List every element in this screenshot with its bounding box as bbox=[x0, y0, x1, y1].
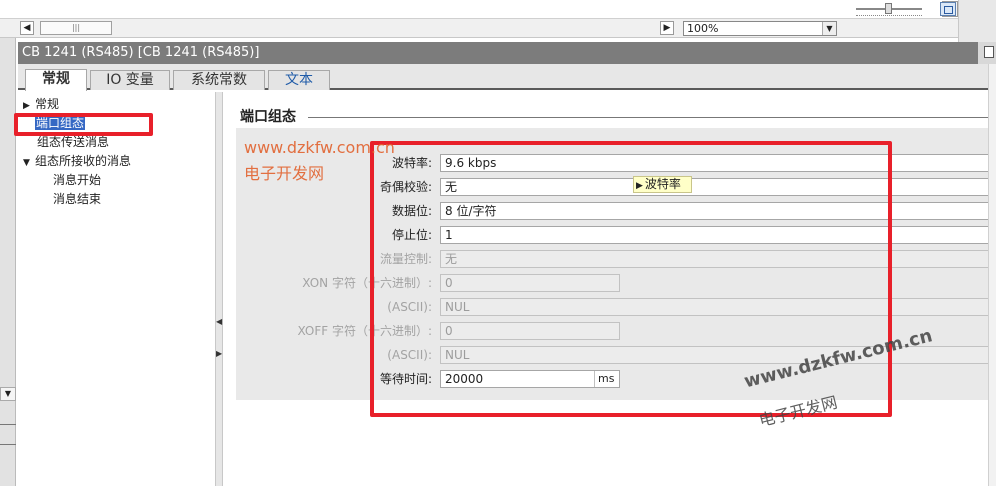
tab-system-constants[interactable]: 系统常数 bbox=[173, 70, 265, 90]
tab-bar: 常规 IO 变量 系统常数 文本 bbox=[18, 64, 992, 91]
section-title: 端口组态 bbox=[240, 109, 296, 125]
zoom-slider-handle[interactable] bbox=[885, 3, 892, 14]
fit-to-window-icon[interactable] bbox=[940, 2, 956, 16]
divider bbox=[0, 444, 16, 445]
view-toolbar: ◀ ||| ▶ 100% ▼ bbox=[0, 18, 958, 38]
tree-item-label: 组态传送消息 bbox=[37, 135, 110, 149]
tab-texts[interactable]: 文本 bbox=[268, 70, 330, 90]
scroll-left-button[interactable]: ◀ bbox=[20, 21, 34, 35]
tree-item-label: 组态所接收的消息 bbox=[35, 154, 132, 168]
watermark-url: www.dzkfw.com.cn bbox=[244, 138, 395, 157]
tree-item-label: 常规 bbox=[35, 97, 60, 111]
divider bbox=[0, 424, 16, 425]
panel-splitter[interactable] bbox=[215, 92, 223, 486]
right-toolstrip bbox=[958, 0, 996, 42]
chevron-down-icon[interactable]: ▼ bbox=[0, 387, 16, 401]
annotation-box-tree bbox=[14, 113, 153, 136]
navigation-tree: ▶ 常规 端口组态 组态传送消息 ▼ 组态所接收的消息 消息开始 消息结束 bbox=[18, 92, 215, 486]
canvas-area bbox=[0, 0, 958, 18]
vertical-scrollbar[interactable] bbox=[988, 64, 996, 486]
scroll-right-button[interactable]: ▶ bbox=[660, 21, 674, 35]
document-icon[interactable] bbox=[984, 46, 994, 58]
tree-item-label: 消息开始 bbox=[53, 173, 102, 187]
tree-item-general[interactable]: ▶ 常规 bbox=[23, 96, 59, 114]
inspector-title: CB 1241 (RS485) [CB 1241 (RS485)] bbox=[18, 42, 992, 64]
chevron-down-icon[interactable]: ▼ bbox=[822, 22, 836, 35]
tab-io-tags[interactable]: IO 变量 bbox=[90, 70, 170, 90]
tree-item-message-end[interactable]: 消息结束 bbox=[53, 191, 101, 207]
tab-general[interactable]: 常规 bbox=[25, 69, 87, 91]
tree-item-label: 消息结束 bbox=[53, 192, 102, 206]
horizontal-scroll-thumb[interactable]: ||| bbox=[40, 21, 112, 35]
tree-item-transmit-message[interactable]: 组态传送消息 bbox=[37, 134, 109, 150]
collapse-left-icon[interactable]: ◀ bbox=[216, 314, 222, 330]
section-divider bbox=[308, 117, 996, 118]
expand-right-icon[interactable]: ▶ bbox=[216, 346, 222, 362]
tree-item-message-start[interactable]: 消息开始 bbox=[53, 172, 101, 188]
left-dock-strip bbox=[0, 38, 16, 486]
collapse-arrow-icon[interactable]: ▼ bbox=[23, 155, 35, 171]
app-window: ▼ ◀ ||| ▶ 100% ▼ ▼ CB 1241 (RS485) [CB 1… bbox=[0, 0, 996, 486]
zoom-select[interactable]: 100% ▼ bbox=[683, 21, 837, 36]
tree-item-receive-message[interactable]: ▼ 组态所接收的消息 bbox=[23, 153, 131, 171]
expand-arrow-icon[interactable]: ▶ bbox=[23, 98, 35, 114]
watermark-name: 电子开发网 bbox=[244, 164, 325, 183]
zoom-value: 100% bbox=[687, 22, 719, 35]
